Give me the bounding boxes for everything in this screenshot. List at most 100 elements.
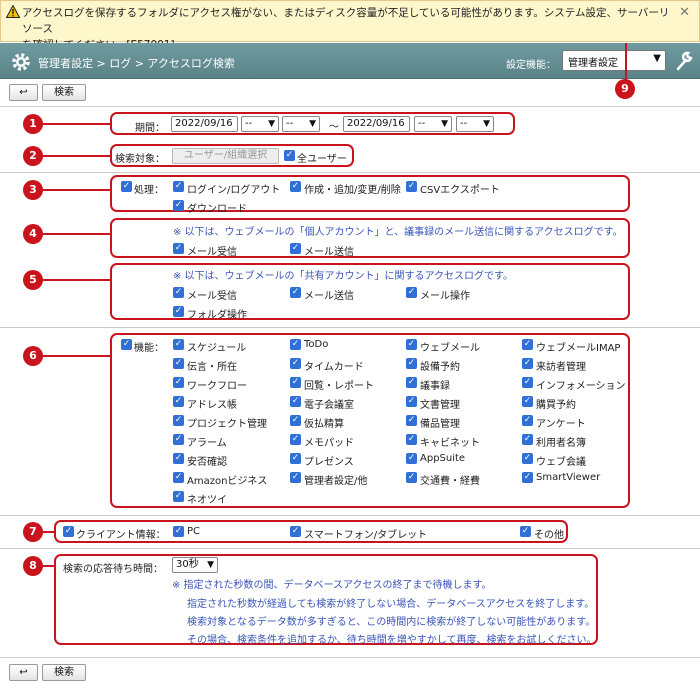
function-checkbox[interactable]: ✓ <box>290 453 301 464</box>
client-checkbox[interactable]: ✓ <box>63 526 74 537</box>
client-item: PC <box>187 526 201 537</box>
process-checkbox-login[interactable]: ✓ <box>173 181 184 192</box>
function-checkbox[interactable]: ✓ <box>522 472 533 483</box>
client-checkbox-mobile[interactable]: ✓ <box>290 526 301 537</box>
warning-icon <box>6 5 20 18</box>
divider <box>0 172 700 173</box>
badge-9: 9 <box>615 79 635 99</box>
function-item-label: アラーム <box>187 438 227 449</box>
function-checkbox[interactable]: ✓ <box>522 434 533 445</box>
back-button[interactable]: ↩ <box>9 84 38 101</box>
function-item-label: 電子会議室 <box>304 400 354 411</box>
shared-checkbox-receive[interactable]: ✓ <box>173 287 184 298</box>
personal-checkbox-send[interactable]: ✓ <box>290 243 301 254</box>
function-checkbox[interactable]: ✓ <box>522 377 533 388</box>
function-checkbox[interactable]: ✓ <box>290 339 301 350</box>
function-checkbox[interactable]: ✓ <box>406 472 417 483</box>
search-button[interactable]: 検索 <box>42 664 86 681</box>
top-toolbar: ↩ 検索 <box>0 84 700 106</box>
function-select[interactable]: 管理者設定 ▼ <box>562 50 666 71</box>
function-checkbox[interactable]: ✓ <box>173 339 184 350</box>
badge-1: 1 <box>23 114 43 134</box>
shared-checkbox-send[interactable]: ✓ <box>290 287 301 298</box>
function-checkbox[interactable]: ✓ <box>173 358 184 369</box>
timeout-label: 検索の応答待ち時間： <box>63 564 163 575</box>
start-minute-select[interactable]: -- ▼ <box>282 116 320 132</box>
function-checkbox[interactable]: ✓ <box>406 415 417 426</box>
client-checkbox-other[interactable]: ✓ <box>520 526 531 537</box>
back-button[interactable]: ↩ <box>9 664 38 681</box>
shared-checkbox-operate[interactable]: ✓ <box>406 287 417 298</box>
function-item-label: スケジュール <box>187 343 247 354</box>
function-checkbox[interactable]: ✓ <box>173 491 184 502</box>
leader-line <box>42 123 110 125</box>
badge-3: 3 <box>23 180 43 200</box>
function-item-label: 利用者名簿 <box>536 438 586 449</box>
badge-5: 5 <box>23 270 43 290</box>
functions-checkbox[interactable]: ✓ <box>121 339 132 350</box>
period-label: 期間： <box>135 123 165 134</box>
function-checkbox[interactable]: ✓ <box>290 415 301 426</box>
function-checkbox[interactable]: ✓ <box>290 472 301 483</box>
function-checkbox[interactable]: ✓ <box>406 434 417 445</box>
process-checkbox-csv[interactable]: ✓ <box>406 181 417 192</box>
close-icon[interactable]: ✕ <box>679 5 690 20</box>
process-checkbox-edit[interactable]: ✓ <box>290 181 301 192</box>
all-users-checkbox[interactable]: ✓ <box>284 150 295 161</box>
personal-checkbox-receive[interactable]: ✓ <box>173 243 184 254</box>
divider <box>0 548 700 549</box>
target-label: 検索対象： <box>115 154 165 165</box>
function-checkbox[interactable]: ✓ <box>173 377 184 388</box>
function-checkbox[interactable]: ✓ <box>406 358 417 369</box>
function-item-label: 管理者設定/他 <box>304 476 368 487</box>
page-header: 管理者設定 > ログ > アクセスログ検索 設定機能： 管理者設定 ▼ <box>0 43 700 79</box>
chevron-down-icon: ▼ <box>207 560 214 570</box>
bottom-toolbar: ↩ 検索 <box>0 664 700 683</box>
function-item-label: ToDo <box>304 339 329 350</box>
function-checkbox[interactable]: ✓ <box>522 339 533 350</box>
divider <box>0 657 700 658</box>
function-checkbox[interactable]: ✓ <box>406 453 417 464</box>
end-hour-select[interactable]: -- ▼ <box>414 116 452 132</box>
back-icon: ↩ <box>19 667 28 678</box>
function-item-label: SmartViewer <box>536 472 601 483</box>
function-item-label: ウェブ会議 <box>536 457 586 468</box>
chevron-down-icon: ▼ <box>268 119 275 129</box>
function-checkbox[interactable]: ✓ <box>406 396 417 407</box>
function-checkbox[interactable]: ✓ <box>522 358 533 369</box>
process-item: CSVエクスポート <box>420 185 500 196</box>
search-button[interactable]: 検索 <box>42 84 86 101</box>
badge-6: 6 <box>23 346 43 366</box>
function-checkbox[interactable]: ✓ <box>522 396 533 407</box>
chevron-down-icon: ▼ <box>309 119 316 129</box>
start-hour-select[interactable]: -- ▼ <box>241 116 279 132</box>
end-date-input[interactable]: 2022/09/16 <box>343 116 410 132</box>
all-users-label: 全ユーザー <box>297 154 347 165</box>
end-minute-select[interactable]: -- ▼ <box>456 116 494 132</box>
function-checkbox[interactable]: ✓ <box>290 358 301 369</box>
function-item-label: 伝言・所在 <box>187 362 237 373</box>
function-checkbox[interactable]: ✓ <box>290 396 301 407</box>
function-checkbox[interactable]: ✓ <box>522 453 533 464</box>
wrench-icon[interactable] <box>675 51 693 71</box>
function-checkbox[interactable]: ✓ <box>406 377 417 388</box>
function-checkbox[interactable]: ✓ <box>173 453 184 464</box>
function-checkbox[interactable]: ✓ <box>406 339 417 350</box>
process-checkbox-download[interactable]: ✓ <box>173 200 184 211</box>
timeout-select[interactable]: 30秒 ▼ <box>172 557 218 573</box>
function-checkbox[interactable]: ✓ <box>290 377 301 388</box>
process-label: 処理： <box>134 185 164 196</box>
shared-checkbox-folder[interactable]: ✓ <box>173 306 184 317</box>
client-checkbox-pc[interactable]: ✓ <box>173 526 184 537</box>
process-item: ダウンロード <box>187 204 247 215</box>
function-checkbox[interactable]: ✓ <box>522 415 533 426</box>
badge-2: 2 <box>23 146 43 166</box>
process-checkbox[interactable]: ✓ <box>121 181 132 192</box>
function-checkbox[interactable]: ✓ <box>173 415 184 426</box>
function-checkbox[interactable]: ✓ <box>173 396 184 407</box>
function-checkbox[interactable]: ✓ <box>173 472 184 483</box>
function-checkbox[interactable]: ✓ <box>290 434 301 445</box>
function-checkbox[interactable]: ✓ <box>173 434 184 445</box>
start-date-input[interactable]: 2022/09/16 <box>171 116 238 132</box>
user-org-select-button[interactable]: ユーザー/組織選択 <box>172 148 279 164</box>
